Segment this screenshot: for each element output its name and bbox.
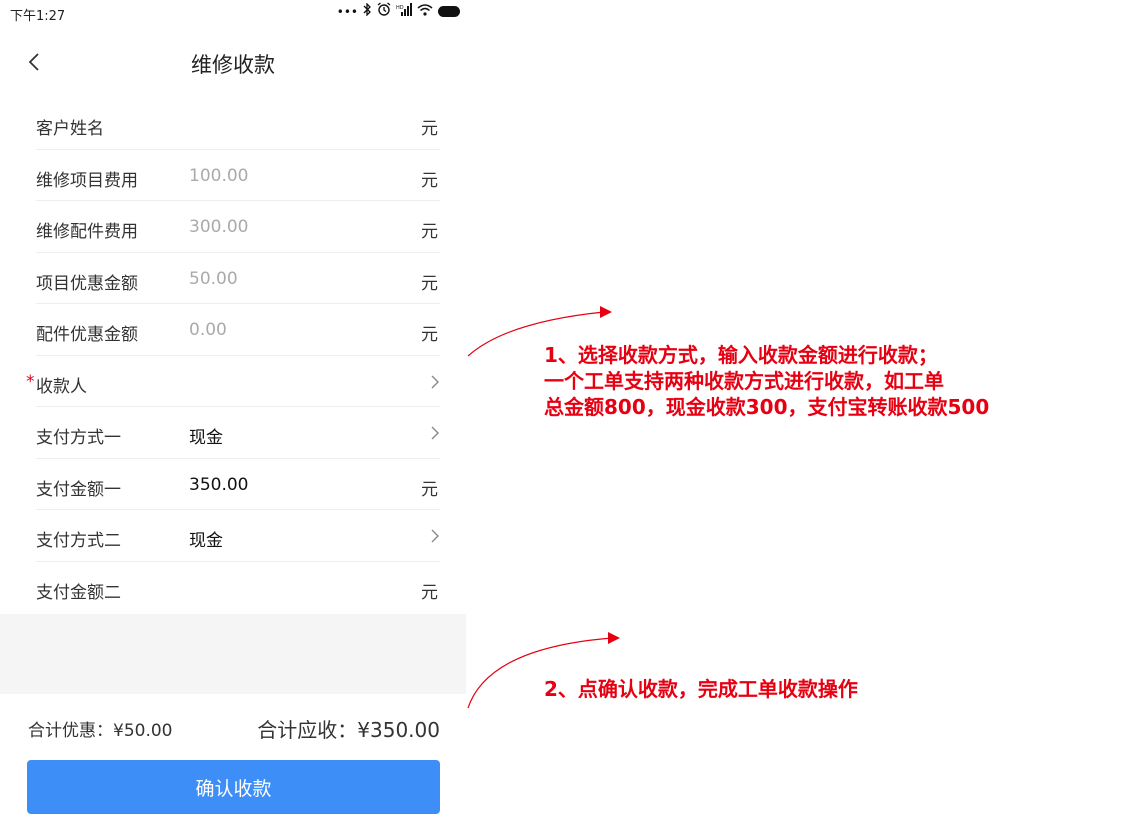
row-label: 收款人 bbox=[36, 376, 87, 397]
repair-item-fee-row[interactable]: 维修项目费用 100.00 元 bbox=[36, 150, 440, 201]
repair-parts-fee-input[interactable]: 300.00 bbox=[189, 217, 248, 237]
payment-method-1-row[interactable]: 支付方式一 现金 bbox=[36, 407, 440, 459]
payment-amount-1-input[interactable]: 350.00 bbox=[189, 475, 248, 495]
row-label: 支付金额二 bbox=[36, 582, 121, 603]
customer-name-row[interactable]: 客户姓名 元 bbox=[36, 98, 440, 150]
status-time: 下午1:27 bbox=[10, 9, 66, 24]
unit-label: 元 bbox=[421, 119, 438, 139]
battery-icon bbox=[438, 6, 460, 17]
payment-method-1-value: 现金 bbox=[189, 428, 223, 448]
parts-discount-row[interactable]: 配件优惠金额 0.00 元 bbox=[36, 304, 440, 356]
unit-label: 元 bbox=[421, 222, 438, 242]
status-bar: 下午1:27 ••• HD bbox=[0, 0, 466, 26]
unit-label: 元 bbox=[421, 170, 438, 191]
unit-label: 元 bbox=[421, 325, 438, 345]
status-icons: ••• HD bbox=[336, 1, 460, 21]
unit-label: 元 bbox=[421, 273, 438, 294]
row-label: 项目优惠金额 bbox=[36, 273, 138, 294]
parts-discount-input[interactable]: 0.00 bbox=[189, 320, 227, 340]
repair-item-fee-input[interactable]: 100.00 bbox=[189, 166, 248, 186]
row-label: 支付金额一 bbox=[36, 479, 121, 500]
required-mark: * bbox=[26, 371, 35, 392]
payment-amount-1-row[interactable]: 支付金额一 350.00 元 bbox=[36, 459, 440, 510]
payment-method-2-value: 现金 bbox=[189, 531, 223, 551]
row-label: 维修配件费用 bbox=[36, 222, 138, 242]
annotation-note-1: 1、选择收款方式，输入收款金额进行收款； 一个工单支持两种收款方式进行收款，如工… bbox=[544, 342, 989, 420]
alarm-icon bbox=[377, 2, 391, 21]
total-receivable: 合计应收：¥350.00 bbox=[257, 718, 440, 742]
svg-text:HD: HD bbox=[396, 5, 404, 11]
annotation-note-2: 2、点确认收款，完成工单收款操作 bbox=[544, 677, 858, 701]
unit-label: 元 bbox=[421, 582, 438, 603]
bluetooth-icon bbox=[363, 1, 372, 21]
total-discount: 合计优惠：¥50.00 bbox=[28, 721, 173, 741]
payment-method-2-row[interactable]: 支付方式二 现金 bbox=[36, 510, 440, 562]
row-label: 支付方式一 bbox=[36, 428, 121, 448]
more-dots-icon: ••• bbox=[336, 4, 358, 19]
repair-parts-fee-row[interactable]: 维修配件费用 300.00 元 bbox=[36, 201, 440, 253]
row-label: 支付方式二 bbox=[36, 531, 121, 551]
nav-bar: 维修收款 bbox=[0, 40, 466, 86]
totals-bar: 合计优惠：¥50.00 合计应收：¥350.00 bbox=[0, 714, 466, 744]
phone-screen: 下午1:27 ••• HD 维修收款 客户姓名 元 维修项目费用 100.00 … bbox=[0, 0, 466, 827]
item-discount-row[interactable]: 项目优惠金额 50.00 元 bbox=[36, 253, 440, 304]
annotation-line: 一个工单支持两种收款方式进行收款，如工单 bbox=[544, 369, 944, 393]
chevron-right-icon bbox=[431, 529, 439, 543]
payment-amount-2-row[interactable]: 支付金额二 元 bbox=[36, 562, 440, 614]
wifi-icon bbox=[417, 3, 433, 21]
hd-signal-icon: HD bbox=[396, 2, 412, 21]
chevron-right-icon bbox=[431, 375, 439, 388]
annotation-area: 1、选择收款方式，输入收款金额进行收款； 一个工单支持两种收款方式进行收款，如工… bbox=[466, 0, 1133, 827]
unit-label: 元 bbox=[421, 479, 438, 500]
row-label: 维修项目费用 bbox=[36, 170, 138, 191]
payment-form: 客户姓名 元 维修项目费用 100.00 元 维修配件费用 300.00 元 项… bbox=[0, 98, 466, 613]
annotation-line: 总金额800，现金收款300，支付宝转账收款500 bbox=[544, 395, 990, 419]
payee-row[interactable]: * 收款人 bbox=[26, 356, 440, 407]
row-label: 客户姓名 bbox=[36, 119, 104, 139]
divider-band bbox=[0, 614, 466, 694]
item-discount-input[interactable]: 50.00 bbox=[189, 269, 238, 289]
annotation-line: 1、选择收款方式，输入收款金额进行收款； bbox=[544, 343, 938, 367]
page-title: 维修收款 bbox=[191, 53, 275, 77]
chevron-right-icon bbox=[431, 426, 439, 440]
confirm-payment-button[interactable]: 确认收款 bbox=[27, 760, 440, 814]
row-label: 配件优惠金额 bbox=[36, 325, 138, 345]
